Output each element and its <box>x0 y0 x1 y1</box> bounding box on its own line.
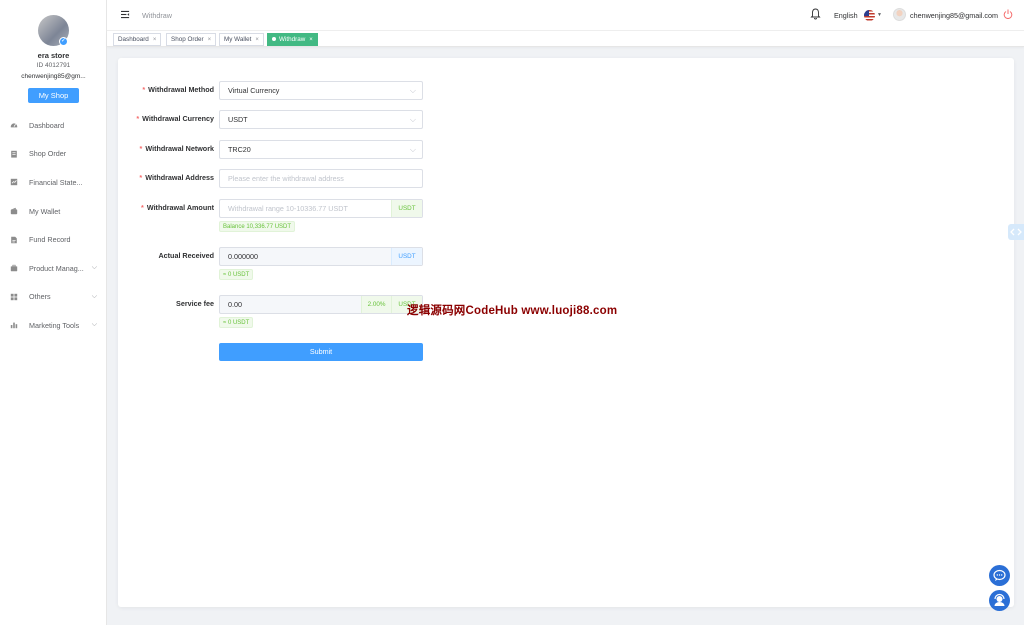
active-dot-icon <box>272 37 276 42</box>
caret-down-icon[interactable]: ▼ <box>877 12 882 18</box>
tag-withdraw[interactable]: Withdraw × <box>267 33 318 46</box>
sidebar-item-financial[interactable]: Financial State... <box>0 168 107 197</box>
top-header: Withdraw English ▼ chenwenjing85@gmail.c… <box>107 0 1024 31</box>
withdraw-form-card: * Withdrawal Method Virtual Currency ⌵ * Wi… <box>118 58 1014 607</box>
tag-label: Withdraw <box>279 36 306 43</box>
wallet-icon <box>10 207 18 215</box>
grid-icon <box>10 293 18 301</box>
tags-view: Dashboard × Shop Order × My Wallet × Withdr… <box>107 31 1024 47</box>
withdrawal-amount-input[interactable]: Withdrawal range 10-10336.77 USDT USDT <box>219 199 423 218</box>
store-email: chenwenjing85@gm... <box>21 73 86 80</box>
dashboard-icon <box>10 123 18 128</box>
sidebar-item-dashboard[interactable]: Dashboard <box>0 111 107 140</box>
amount-label: * Withdrawal Amount <box>141 203 214 212</box>
sidebar-item-label: Financial State... <box>29 177 83 187</box>
us-flag-icon[interactable] <box>864 10 875 21</box>
sidebar-item-others[interactable]: Others ⌵ <box>0 283 107 312</box>
language-selector[interactable]: English <box>834 11 858 20</box>
sidebar-item-label: Dashboard <box>29 120 65 130</box>
sidebar-item-label: Marketing Tools <box>29 320 80 330</box>
actual-received-input: 0.000000 USDT <box>219 247 423 266</box>
menu-toggle-icon[interactable] <box>121 10 130 19</box>
withdrawal-method-select[interactable]: Virtual Currency ⌵ <box>219 81 423 100</box>
submit-button[interactable]: Submit <box>219 343 423 361</box>
sidebar-item-fund-record[interactable]: Fund Record <box>0 225 107 254</box>
address-label: * Withdrawal Address <box>139 173 214 182</box>
balance-tag: Balance 10,336.77 USDT <box>219 221 296 232</box>
select-value: Virtual Currency <box>228 86 280 95</box>
watermark-text: 逻辑源码网CodeHub www.luoji88.com <box>407 305 618 317</box>
user-email[interactable]: chenwenjing85@gmail.com <box>910 11 998 20</box>
withdrawal-network-select[interactable]: TRC20 ⌵ <box>219 140 423 159</box>
withdrawal-address-input[interactable]: Please enter the withdrawal address <box>219 169 423 188</box>
sidebar-item-label: Fund Record <box>29 235 71 245</box>
close-icon[interactable]: × <box>255 37 259 43</box>
breadcrumb: Withdraw <box>142 11 172 20</box>
support-button[interactable] <box>989 590 1010 611</box>
close-icon[interactable]: × <box>309 37 313 43</box>
service-fee-input: 0.00 2.00% USDT <box>219 295 423 314</box>
chevron-down-icon: ⌵ <box>409 145 416 154</box>
record-icon <box>11 236 17 243</box>
user-avatar[interactable] <box>893 8 906 21</box>
fee-approx-tag: ≈ 0 USDT <box>219 317 254 328</box>
side-drawer-toggle[interactable] <box>1008 224 1024 240</box>
sidebar-item-marketing-tools[interactable]: Marketing Tools ⌵ <box>0 311 107 340</box>
tag-my-wallet[interactable]: My Wallet × <box>219 33 264 46</box>
chevron-down-icon: ⌵ <box>91 263 97 271</box>
tag-dashboard[interactable]: Dashboard × <box>113 33 162 46</box>
sidebar-item-my-wallet[interactable]: My Wallet <box>0 197 107 226</box>
chevron-down-icon: ⌵ <box>409 115 416 124</box>
close-icon[interactable]: × <box>208 37 212 43</box>
network-label: * Withdrawal Network <box>139 144 214 153</box>
sidebar: ✓ era store ID 4012791 chenwenjing85@gm.… <box>0 0 107 625</box>
method-label: * Withdrawal Method <box>142 85 214 94</box>
tag-label: Dashboard <box>118 36 149 43</box>
logout-icon[interactable] <box>1003 9 1013 19</box>
verified-badge-icon: ✓ <box>59 37 68 46</box>
currency-label: * Withdrawal Currency <box>136 114 214 123</box>
sidebar-item-label: Product Manag... <box>29 263 84 273</box>
chevron-down-icon: ⌵ <box>91 321 97 329</box>
sidebar-item-label: Shop Order <box>29 149 67 159</box>
customer-service-icon <box>994 593 1005 606</box>
select-value: TRC20 <box>228 145 251 154</box>
bell-icon[interactable] <box>810 8 821 20</box>
fee-label: Service fee <box>176 299 214 308</box>
withdrawal-currency-select[interactable]: USDT ⌵ <box>219 110 423 129</box>
store-id: ID 4012791 <box>36 62 71 69</box>
tag-label: Shop Order <box>171 36 204 43</box>
chat-button[interactable] <box>989 565 1010 586</box>
sidebar-item-label: My Wallet <box>29 206 61 216</box>
my-shop-button[interactable]: My Shop <box>28 88 79 103</box>
select-value: USDT <box>228 115 248 124</box>
tag-shop-order[interactable]: Shop Order × <box>166 33 217 46</box>
received-label: Actual Received <box>158 251 214 260</box>
sidebar-item-label: Others <box>29 292 51 302</box>
store-name: era store <box>37 51 70 60</box>
sidebar-item-product-management[interactable]: Product Manag... ⌵ <box>0 254 107 283</box>
chat-bubble-icon <box>993 569 1006 581</box>
received-approx-tag: ≈ 0 USDT <box>219 269 254 280</box>
fee-rate: 2.00% <box>361 296 391 313</box>
tag-label: My Wallet <box>224 36 252 43</box>
financial-icon <box>10 179 18 186</box>
input-value: 0.00 <box>228 300 242 309</box>
amount-unit: USDT <box>391 200 422 217</box>
sidebar-item-shop-order[interactable]: Shop Order <box>0 140 107 169</box>
code-icon <box>1010 228 1022 236</box>
chevron-down-icon: ⌵ <box>409 86 416 95</box>
close-icon[interactable]: × <box>153 37 157 43</box>
received-unit: USDT <box>391 248 422 265</box>
input-value: 0.000000 <box>228 252 258 261</box>
briefcase-icon <box>10 265 18 272</box>
order-icon <box>11 150 17 158</box>
input-placeholder: Withdrawal range 10-10336.77 USDT <box>228 204 348 213</box>
bar-chart-icon <box>10 323 18 329</box>
sidebar-menu: Dashboard Shop Order Financial State... … <box>0 111 107 340</box>
